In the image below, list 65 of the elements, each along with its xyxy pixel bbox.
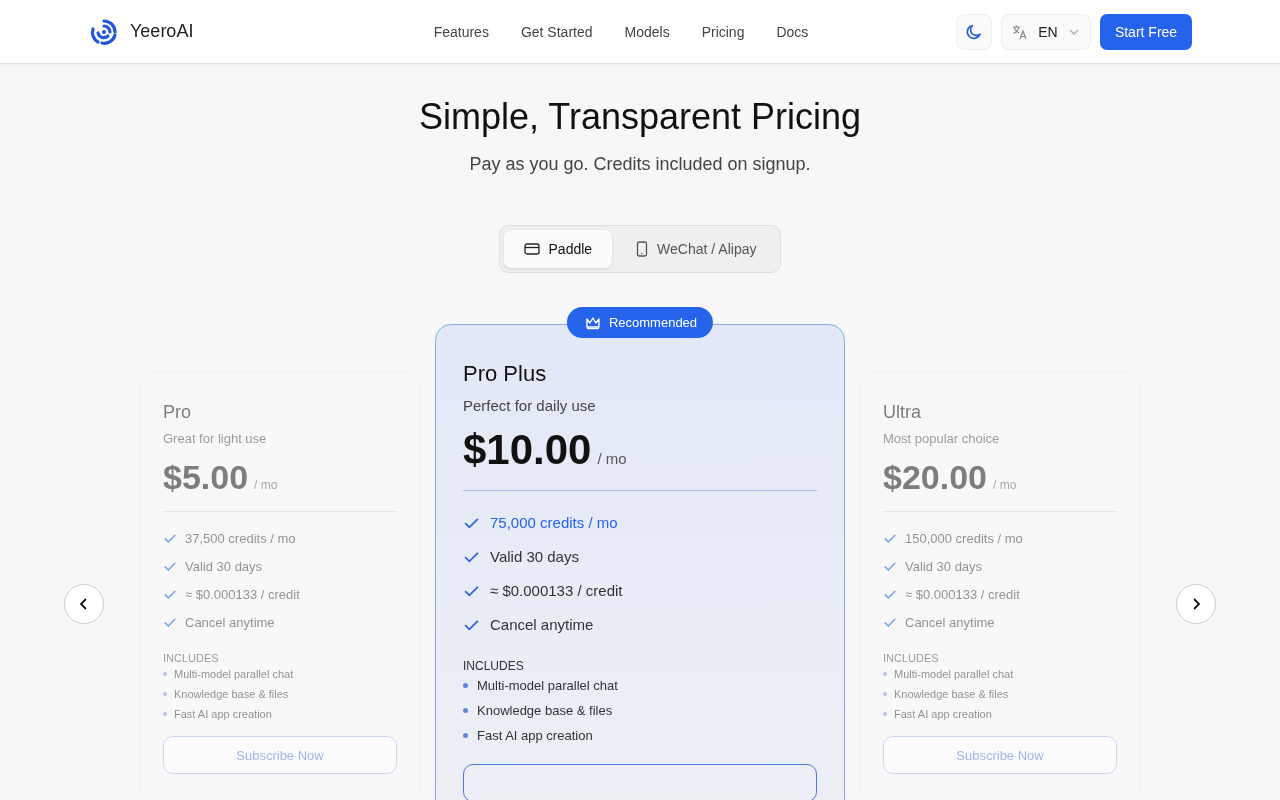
language-select[interactable]: EN <box>1001 13 1091 50</box>
moon-icon <box>965 22 983 41</box>
plan-name: Ultra <box>883 402 922 423</box>
feature-text: Cancel anytime <box>905 614 995 630</box>
bullet-icon <box>883 672 887 676</box>
feature-text: 75,000 credits / mo <box>490 513 618 531</box>
nav-link[interactable]: Get Started <box>520 23 593 40</box>
includes-heading: INCLUDES <box>883 652 940 664</box>
bullet-icon <box>463 708 468 713</box>
plan-tagline: Most popular choice <box>883 431 1001 446</box>
page-title: Simple, Transparent Pricing <box>418 96 862 138</box>
nav-link[interactable]: Models <box>624 23 670 40</box>
nav-link[interactable]: Features <box>433 23 489 40</box>
plan-price: $5.00 <box>163 458 249 497</box>
nav-link[interactable]: Pricing <box>701 23 745 40</box>
plan-name: Pro Plus <box>463 361 548 387</box>
feature-text: 37,500 credits / mo <box>185 530 296 546</box>
brand-name[interactable]: YeeroAI <box>130 21 194 42</box>
include-text: Knowledge base & files <box>174 688 289 700</box>
price-period: / mo <box>254 478 278 492</box>
bullet-icon <box>163 672 167 676</box>
include-text: Knowledge base & files <box>894 688 1009 700</box>
bullet-icon <box>883 712 887 716</box>
badge-label: Recommended <box>608 315 698 330</box>
plan-tagline: Perfect for daily use <box>463 397 597 414</box>
plan-tagline: Great for light use <box>163 431 268 446</box>
include-text: Fast AI app creation <box>174 708 272 720</box>
feature-text: Valid 30 days <box>185 558 263 574</box>
page-subtitle: Pay as you go. Credits included on signup. <box>469 154 811 175</box>
includes-heading: INCLUDES <box>463 659 525 673</box>
payment-tab[interactable]: Paddle <box>503 230 613 268</box>
bullet-icon <box>463 733 468 738</box>
feature-text: 150,000 credits / mo <box>905 530 1023 546</box>
translate-icon <box>1012 23 1029 40</box>
swirl-logo-icon <box>90 17 118 46</box>
bullet-icon <box>163 712 167 716</box>
bullet-icon <box>883 692 887 696</box>
includes-heading: INCLUDES <box>163 652 220 664</box>
feature-text: ≈ $0.000133 / credit <box>905 586 1020 602</box>
feature-text: Valid 30 days <box>905 558 983 574</box>
feature-text: ≈ $0.000133 / credit <box>490 581 623 599</box>
include-text: Knowledge base & files <box>477 703 613 718</box>
feature-text: Cancel anytime <box>185 614 275 630</box>
plan-price: $20.00 <box>883 458 987 497</box>
include-text: Multi-model parallel chat <box>894 668 1014 680</box>
plan-price: $10.00 <box>463 426 592 474</box>
bullet-icon <box>163 692 167 696</box>
feature-text: Valid 30 days <box>490 547 579 565</box>
price-period: / mo <box>597 450 627 467</box>
feature-text: ≈ $0.000133 / credit <box>185 586 300 602</box>
phone-icon <box>636 241 649 257</box>
price-period: / mo <box>993 478 1017 492</box>
include-text: Fast AI app creation <box>477 728 593 743</box>
include-text: Multi-model parallel chat <box>174 668 294 680</box>
plan-name: Pro <box>163 402 192 423</box>
card-icon <box>523 242 540 256</box>
bullet-icon <box>463 683 468 688</box>
include-text: Multi-model parallel chat <box>477 678 618 693</box>
feature-text: Cancel anytime <box>490 615 594 633</box>
nav-link[interactable]: Docs <box>776 23 809 40</box>
crown-icon <box>584 315 601 330</box>
start-free-button[interactable]: Start Free <box>1100 13 1192 50</box>
payment-tab[interactable]: WeChat / Alipay <box>616 230 777 268</box>
include-text: Fast AI app creation <box>894 708 992 720</box>
theme-toggle-button[interactable] <box>956 13 992 50</box>
